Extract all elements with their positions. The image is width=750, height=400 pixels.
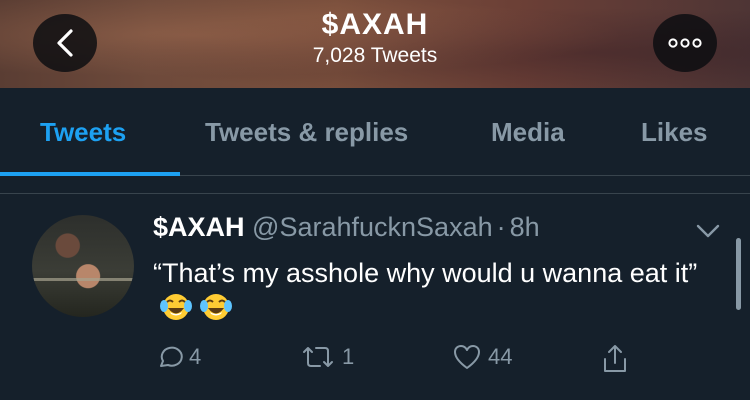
tab-likes[interactable]: Likes [641,88,708,176]
retweet-button[interactable]: 1 [300,343,354,371]
tweet-actions: 4 1 44 [0,343,750,375]
profile-tabs: Tweets Tweets & replies Media Likes [0,88,750,176]
tweet-text: “That’s my asshole why would u wanna eat… [153,255,708,332]
reply-button[interactable]: 4 [155,343,201,371]
active-tab-indicator [0,172,180,176]
more-dots-icon [668,38,702,48]
profile-header: $AXAH 7,028 Tweets [0,0,750,88]
share-icon [604,345,626,372]
tweet-count: 7,028 Tweets [312,44,438,67]
retweet-count: 1 [342,344,355,369]
chevron-down-icon[interactable] [695,222,721,240]
tab-tweets-and-replies[interactable]: Tweets & replies [205,88,408,176]
tab-tweets[interactable]: Tweets [40,88,126,176]
tab-media[interactable]: Media [491,88,565,176]
tweet-time[interactable]: 8h [510,212,540,242]
tweet-author-handle[interactable]: @SarahfucknSaxah [252,212,493,242]
avatar[interactable] [32,215,134,317]
share-button[interactable] [600,343,630,375]
tears-of-joy-emoji-icon [199,291,233,332]
like-count: 44 [488,344,513,369]
heart-icon [454,345,480,369]
tweet-separator: · [496,212,506,242]
tears-of-joy-emoji-icon [159,291,193,332]
scrollbar[interactable] [736,238,741,310]
tweet-header: $AXAH @SarahfucknSaxah · 8h [153,212,540,243]
reply-count: 4 [189,344,202,369]
like-button[interactable]: 44 [452,343,512,371]
tweet-text-content: “That’s my asshole why would u wanna eat… [153,258,698,288]
retweet-icon [303,347,333,367]
reply-icon [160,346,183,367]
more-button[interactable] [653,14,717,72]
tweet-author-name[interactable]: $AXAH [153,212,245,242]
profile-title: $AXAH [321,8,429,41]
